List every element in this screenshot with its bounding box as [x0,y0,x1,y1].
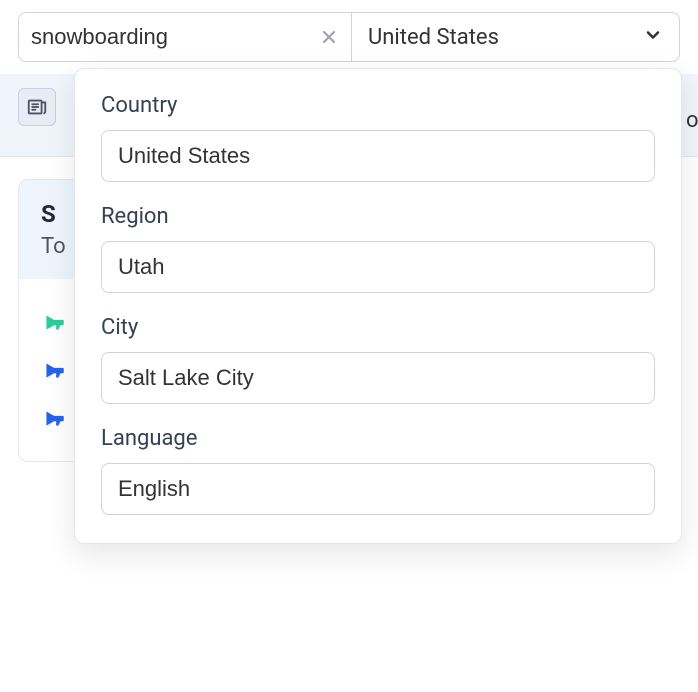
chevron-down-icon [643,25,663,49]
clear-icon[interactable] [319,27,339,47]
location-selected-text: United States [368,25,499,50]
city-label: City [101,315,655,340]
search-bar-row: United States [0,0,698,74]
region-label: Region [101,204,655,229]
partial-text: o [686,108,698,133]
search-input[interactable] [31,24,319,50]
country-input[interactable] [101,130,655,182]
tab-button[interactable] [18,88,56,126]
language-label: Language [101,426,655,451]
region-input[interactable] [101,241,655,293]
country-label: Country [101,93,655,118]
newspaper-icon [26,96,48,118]
search-box[interactable] [18,12,352,62]
location-select[interactable]: United States [352,12,680,62]
location-dropdown: Country Region City Language [74,68,682,544]
city-input[interactable] [101,352,655,404]
language-input[interactable] [101,463,655,515]
